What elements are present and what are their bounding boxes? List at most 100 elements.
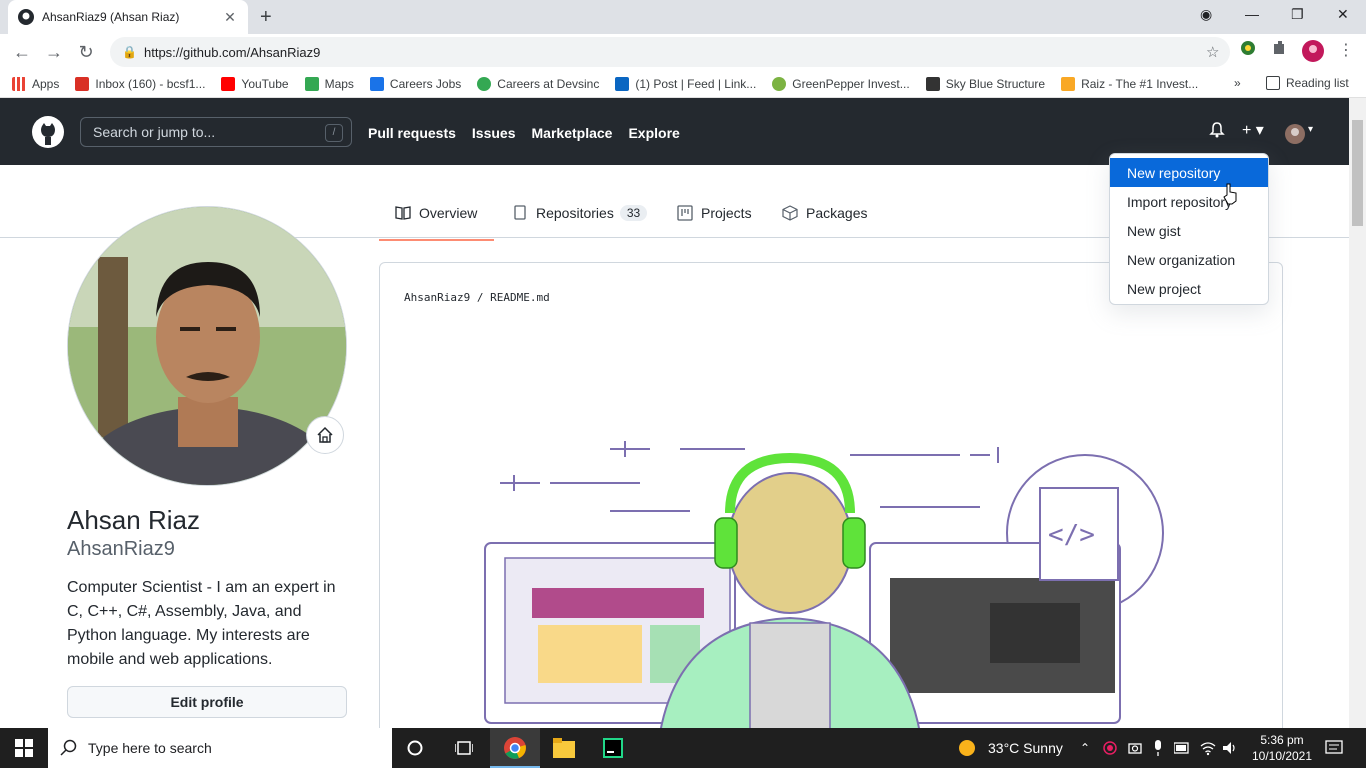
clock-time: 5:36 pm (1260, 733, 1304, 747)
edit-profile-button[interactable]: Edit profile (67, 686, 347, 718)
user-menu-caret-icon[interactable]: ▾ (1308, 124, 1313, 135)
battery-icon[interactable] (1174, 742, 1190, 754)
weather-widget[interactable]: 33°C Sunny (958, 728, 1063, 768)
tray-expand-icon[interactable]: ⌃ (1080, 728, 1090, 768)
notifications-icon[interactable] (1325, 740, 1343, 756)
bookmark-star-icon[interactable]: ☆ (1206, 43, 1230, 61)
volume-icon[interactable] (1222, 740, 1238, 756)
tab-projects[interactable]: Projects (677, 205, 752, 221)
clock-date: 10/10/2021 (1251, 749, 1313, 763)
maps-icon (304, 76, 319, 91)
menu-new-organization[interactable]: New organization (1110, 245, 1268, 274)
file-explorer-icon[interactable] (553, 738, 575, 758)
github-favicon-icon (18, 9, 34, 25)
readme-path-file[interactable]: README.md (490, 291, 550, 304)
reading-list[interactable]: Reading list (1266, 76, 1349, 90)
bookmark-gmail[interactable]: Inbox (160) - bcsf1... (75, 76, 205, 91)
menu-new-gist[interactable]: New gist (1110, 216, 1268, 245)
new-tab-icon[interactable]: + (260, 6, 272, 29)
readme-path: AhsanRiaz9 / README.md (404, 291, 550, 304)
profile-login: AhsanRiaz9 (67, 538, 175, 560)
reading-list-icon (1266, 76, 1280, 90)
nav-issues[interactable]: Issues (472, 125, 516, 141)
package-icon (782, 205, 798, 221)
profile-name: Ahsan Riaz (67, 505, 200, 535)
extension-icon[interactable] (1240, 40, 1256, 56)
tab-title: AhsanRiaz9 (Ahsan Riaz) (42, 10, 180, 24)
user-menu-avatar[interactable] (1285, 124, 1305, 149)
back-icon[interactable]: ← (6, 36, 38, 68)
bookmark-careers-jobs[interactable]: Careers Jobs (369, 76, 461, 91)
bookmark-linkedin[interactable]: (1) Post | Feed | Link... (615, 76, 756, 91)
reload-icon[interactable]: ↻ (70, 36, 102, 68)
profile-avatar[interactable] (67, 206, 347, 486)
lock-icon: 🔒 (122, 45, 137, 59)
taskbar-search-input[interactable]: Type here to search (48, 728, 392, 768)
windows-taskbar: Type here to search 33°C Sunny ⌃ 5:36 pm… (0, 728, 1366, 768)
youtube-icon (221, 76, 236, 91)
menu-new-project[interactable]: New project (1110, 274, 1268, 303)
linkedin-icon (615, 76, 630, 91)
profile-photo-icon (68, 207, 346, 485)
status-badge[interactable] (306, 416, 344, 454)
pycharm-icon[interactable] (603, 738, 623, 758)
profile-bio: Computer Scientist - I am an expert in C… (67, 579, 336, 668)
create-new-dropdown: New repository Import repository New gis… (1109, 153, 1269, 305)
readme-path-user[interactable]: AhsanRiaz9 (404, 291, 470, 304)
repositories-count: 33 (619, 205, 648, 221)
address-bar[interactable]: 🔒 https://github.com/AhsanRiaz9 ☆ (110, 37, 1230, 67)
record-icon[interactable] (1103, 741, 1117, 755)
tab-repositories[interactable]: Repositories 33 (512, 205, 648, 221)
project-icon (677, 205, 693, 221)
nav-marketplace[interactable]: Marketplace (532, 125, 613, 141)
bookmark-devsinc[interactable]: Careers at Devsinc (477, 76, 599, 91)
extensions-puzzle-icon[interactable] (1272, 40, 1288, 56)
clock[interactable]: 5:36 pm 10/10/2021 (1250, 732, 1314, 764)
minimize-icon[interactable]: — (1245, 6, 1259, 22)
page-scrollbar[interactable] (1349, 98, 1366, 728)
browser-toolbar: ← → ↻ 🔒 https://github.com/AhsanRiaz9 ☆ … (0, 34, 1366, 70)
forward-icon[interactable]: → (38, 36, 70, 68)
github-search-input[interactable]: Search or jump to... / (80, 117, 352, 147)
more-bookmarks-icon[interactable]: » (1234, 76, 1241, 90)
close-window-icon[interactable]: ✕ (1337, 6, 1349, 23)
create-new-plus-icon[interactable]: + ▾ (1242, 120, 1264, 140)
bookmark-sky-blue[interactable]: Sky Blue Structure (925, 76, 1045, 91)
wifi-icon[interactable] (1200, 740, 1216, 756)
careers-icon (369, 76, 384, 91)
maximize-icon[interactable]: ❐ (1291, 6, 1304, 23)
task-view-icon[interactable] (455, 740, 473, 756)
chrome-menu-icon[interactable]: ⋮ (1338, 40, 1354, 60)
github-nav: Pull requests Issues Marketplace Explore (368, 125, 696, 141)
bookmark-raiz[interactable]: Raiz - The #1 Invest... (1061, 76, 1198, 91)
bookmark-apps[interactable]: Apps (12, 76, 59, 91)
bookmark-youtube[interactable]: YouTube (221, 76, 289, 91)
search-icon (60, 739, 77, 756)
readme-card: AhsanRiaz9 / README.md </> (379, 262, 1283, 742)
tab-overview[interactable]: Overview (379, 205, 494, 241)
close-tab-icon[interactable]: ✕ (222, 9, 238, 26)
bookmark-greenpepper[interactable]: GreenPepper Invest... (772, 76, 910, 91)
nav-explore[interactable]: Explore (628, 125, 679, 141)
microphone-icon[interactable] (1152, 740, 1164, 756)
menu-import-repository[interactable]: Import repository (1110, 187, 1268, 216)
browser-tab[interactable]: AhsanRiaz9 (Ahsan Riaz) ✕ (8, 0, 248, 34)
profile-menu-icon[interactable]: ◉ (1200, 6, 1212, 23)
chrome-icon (504, 737, 526, 759)
bookmarks-bar: Apps Inbox (160) - bcsf1... YouTube Maps… (0, 70, 1366, 98)
user-avatar-icon[interactable] (1302, 40, 1324, 62)
camera-icon[interactable] (1128, 741, 1142, 755)
repo-icon (514, 205, 526, 220)
taskbar-chrome[interactable] (490, 728, 540, 768)
scrollbar-thumb[interactable] (1352, 120, 1363, 226)
notifications-bell-icon[interactable] (1209, 122, 1225, 143)
tab-packages[interactable]: Packages (782, 205, 867, 221)
nav-pull-requests[interactable]: Pull requests (368, 125, 456, 141)
github-logo-icon[interactable] (32, 116, 64, 148)
bookmark-maps[interactable]: Maps (304, 76, 354, 91)
menu-new-repository[interactable]: New repository (1110, 158, 1268, 187)
windows-start-icon[interactable] (15, 739, 33, 757)
cortana-icon[interactable] (407, 740, 423, 756)
raiz-icon (1061, 76, 1076, 91)
search-shortcut-key: / (325, 124, 343, 142)
